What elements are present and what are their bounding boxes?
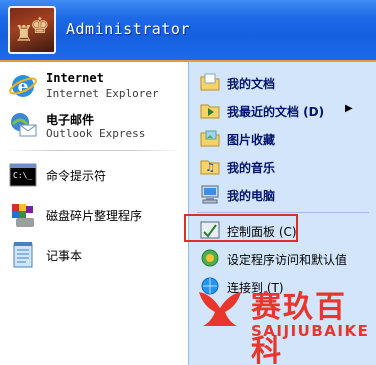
user-avatar[interactable]: ♜ ♚	[8, 6, 56, 54]
start-menu-header: ♜ ♚ Administrator	[0, 0, 376, 62]
place-recent-documents[interactable]: 我最近的文档 (D) ▶	[195, 98, 373, 122]
outlook-express-icon	[11, 113, 37, 137]
separator	[6, 150, 182, 151]
svg-text:C:\_: C:\_	[13, 171, 32, 180]
my-music-icon: ♫	[200, 160, 220, 175]
disk-defragmenter-icon	[12, 204, 34, 227]
recent-item-notepad[interactable]: 记事本	[6, 238, 184, 272]
username: Administrator	[66, 20, 190, 38]
notepad-icon	[13, 242, 33, 268]
place-my-documents[interactable]: 我的文档	[195, 70, 373, 94]
watermark-english-text: SAIJIUBAIKE	[251, 322, 370, 340]
left-pane: e Internet Internet Explorer 电子邮件 Outloo…	[0, 62, 188, 365]
pinned-item-subtitle: Internet Explorer	[46, 87, 159, 100]
pinned-item-title: 电子邮件	[46, 113, 95, 127]
recent-item-defrag[interactable]: 磁盘碎片整理程序	[6, 198, 184, 232]
pinned-item-subtitle: Outlook Express	[46, 127, 146, 140]
place-my-computer[interactable]: 我的电脑	[195, 182, 373, 206]
place-label: 我的音乐	[227, 161, 276, 175]
svg-text:♫: ♫	[205, 161, 215, 174]
command-prompt-icon: C:\_	[9, 163, 37, 187]
whale-tail-logo-icon	[199, 292, 241, 326]
recent-documents-icon	[200, 104, 220, 119]
chess-piece-icon: ♚	[30, 14, 50, 39]
watermark: 赛玖百科 SAIJIUBAIKE	[185, 278, 376, 365]
my-computer-icon	[201, 185, 219, 204]
submenu-arrow-icon: ▶	[345, 103, 353, 114]
place-my-music[interactable]: ♫ 我的音乐	[195, 154, 373, 178]
pinned-item-email[interactable]: 电子邮件 Outlook Express	[6, 108, 184, 142]
set-program-access-icon	[201, 249, 219, 267]
pinned-item-internet[interactable]: e Internet Internet Explorer	[6, 68, 184, 102]
pinned-item-title: Internet	[46, 71, 104, 85]
separator	[197, 212, 369, 213]
start-menu: ♜ ♚ Administrator e Internet Internet Ex…	[0, 0, 376, 365]
recent-item-label: 磁盘碎片整理程序	[46, 209, 143, 223]
place-my-pictures[interactable]: 图片收藏	[195, 126, 373, 150]
place-label: 图片收藏	[227, 133, 276, 147]
place-label: 我最近的文档 (D)	[227, 105, 325, 119]
place-label: 我的文档	[227, 77, 276, 91]
recent-item-label: 命令提示符	[46, 169, 107, 183]
recent-item-cmd[interactable]: C:\_ 命令提示符	[6, 158, 184, 192]
my-pictures-icon	[200, 130, 220, 147]
system-label: 设定程序访问和默认值	[227, 253, 348, 267]
place-label: 我的电脑	[227, 189, 276, 203]
system-set-program-access[interactable]: 设定程序访问和默认值	[195, 246, 373, 270]
my-documents-icon	[200, 73, 220, 91]
internet-explorer-icon: e	[9, 75, 37, 97]
recent-item-label: 记事本	[46, 249, 83, 263]
highlight-box	[184, 214, 298, 242]
